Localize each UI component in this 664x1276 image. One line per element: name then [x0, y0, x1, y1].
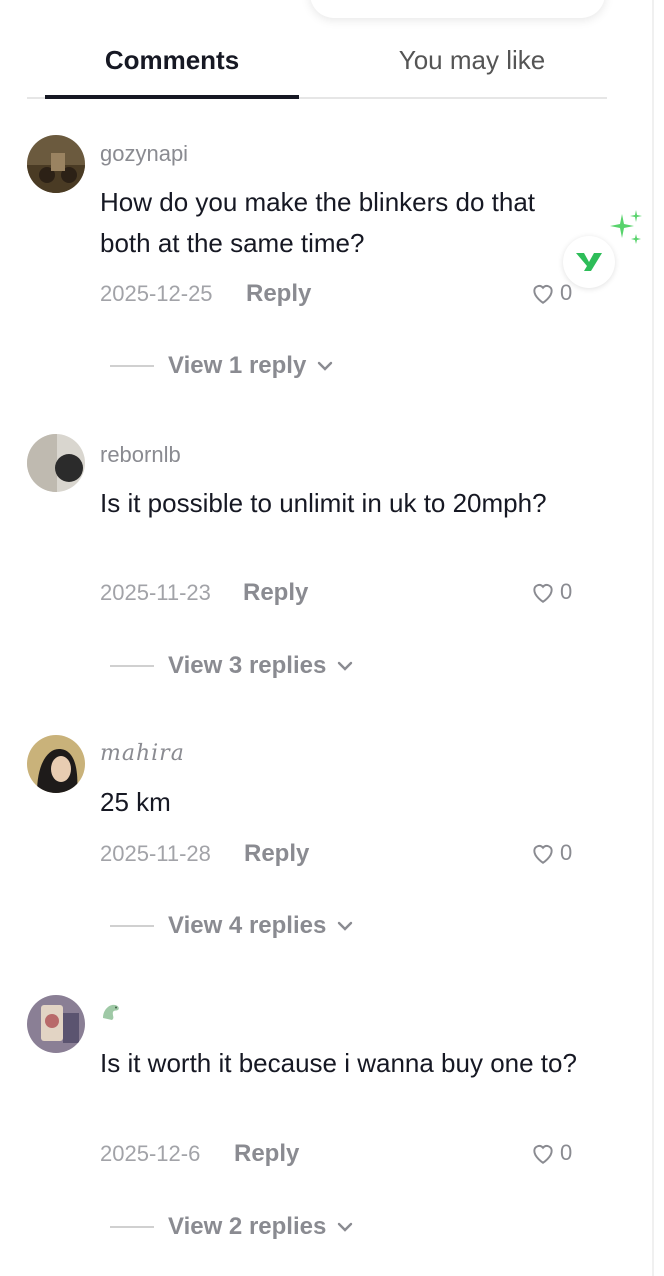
y-logo-icon	[576, 253, 602, 271]
chevron-down-icon	[338, 661, 353, 671]
view-replies-label: View 3 replies	[168, 652, 327, 679]
tab-bar: Comments You may like	[27, 40, 607, 99]
view-replies-button[interactable]: View 3 replies	[110, 652, 354, 680]
heart-icon	[533, 584, 553, 603]
view-replies-label: View 4 replies	[168, 912, 327, 939]
like-count: 0	[560, 579, 573, 604]
divider-line	[110, 925, 154, 927]
chevron-down-icon	[318, 361, 333, 371]
comment-date: 2025-12-25	[100, 281, 213, 306]
like-button[interactable]: 0	[530, 1140, 572, 1166]
heart-icon	[533, 845, 553, 864]
comment-text: Is it worth it because i wanna buy one t…	[100, 1048, 577, 1078]
reply-button[interactable]: Reply	[246, 280, 311, 308]
view-replies-button[interactable]: View 4 replies	[110, 912, 354, 940]
divider-line	[110, 1226, 154, 1228]
comment-date: 2025-11-28	[100, 841, 211, 866]
scrollbar[interactable]	[652, 0, 654, 1276]
like-count: 0	[560, 1140, 573, 1165]
comment-date: 2025-11-23	[100, 580, 211, 605]
reply-button[interactable]: Reply	[244, 840, 309, 868]
tab-comments[interactable]: Comments	[45, 45, 299, 97]
sparkle-icon	[610, 210, 642, 244]
avatar[interactable]	[27, 995, 85, 1053]
like-button[interactable]: 0	[530, 280, 572, 306]
view-replies-button[interactable]: View 1 reply	[110, 352, 334, 380]
heart-icon	[533, 1145, 553, 1164]
view-replies-button[interactable]: View 2 replies	[110, 1213, 354, 1241]
reply-button[interactable]: Reply	[234, 1140, 299, 1168]
chevron-down-icon	[338, 1222, 353, 1232]
comment-date: 2025-12-6	[100, 1141, 201, 1166]
comment-text: Is it possible to unlimit in uk to 20mph…	[100, 488, 547, 518]
comment-username[interactable]: mahira	[100, 741, 185, 766]
tab-you-may-like[interactable]: You may like	[345, 45, 599, 97]
comment-text: 25 km	[100, 787, 171, 817]
like-count: 0	[560, 280, 573, 305]
divider-line	[110, 665, 154, 667]
comment-username[interactable]: rebornlb	[100, 442, 181, 468]
chevron-down-icon	[338, 921, 353, 931]
dinosaur-username-icon[interactable]	[99, 1000, 123, 1024]
avatar[interactable]	[27, 135, 85, 193]
heart-icon	[533, 285, 553, 304]
comment-username[interactable]: gozynapi	[100, 141, 188, 167]
view-replies-label: View 1 reply	[168, 352, 307, 379]
divider-line	[110, 365, 154, 367]
like-button[interactable]: 0	[530, 579, 572, 605]
like-count: 0	[560, 840, 573, 865]
search-bar-partial[interactable]	[310, 0, 605, 18]
reply-button[interactable]: Reply	[243, 579, 308, 607]
view-replies-label: View 2 replies	[168, 1213, 327, 1240]
avatar[interactable]	[27, 735, 85, 793]
avatar[interactable]	[27, 434, 85, 492]
active-tab-indicator	[45, 95, 299, 99]
comment-text: How do you make the blinkers do that bot…	[100, 187, 536, 258]
like-button[interactable]: 0	[530, 840, 572, 866]
